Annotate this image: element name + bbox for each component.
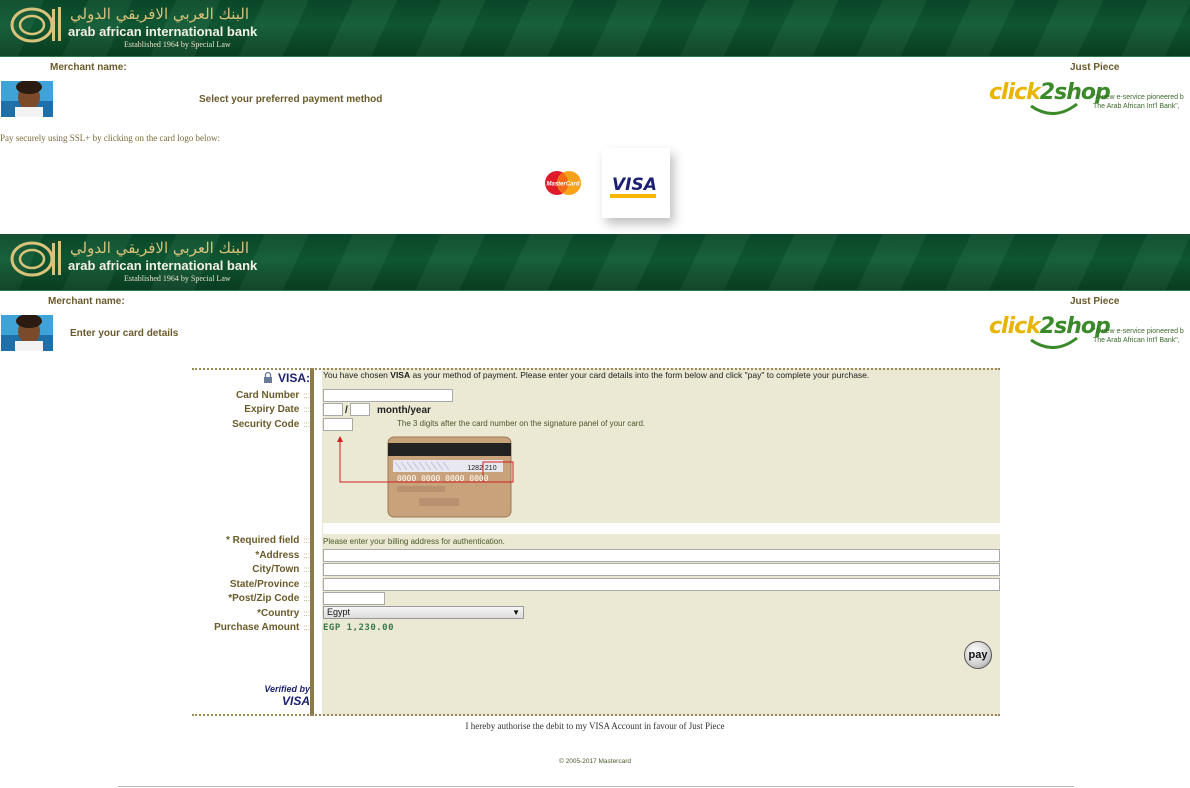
click2shop-logo: click2shop "A new e-service pioneered b … [989,80,1190,120]
country-label: *Country::: [257,608,310,619]
customer-avatar-icon [1,81,53,117]
bank-emblem-icon [10,7,61,43]
bank-name-arabic: البنك العربي الافريقي الدولي [70,5,250,23]
card-details-heading: Enter your card details [70,328,179,339]
bottom-divider [118,786,1074,787]
mastercard-logo-button[interactable]: MasterCard [543,170,583,196]
verified-by-text: Verified by [264,684,310,694]
pay-button[interactable]: pay [964,641,992,669]
click2shop-logo-2: click2shop "A new e-service pioneered b … [989,314,1190,354]
bank-established: Established 1964 by Special Law [124,274,231,283]
form-divider [310,368,314,716]
payment-intro-text: You have chosen VISA as your method of p… [323,370,870,380]
click2shop-tagline: "A new e-service pioneered b The Arab Af… [1093,94,1184,110]
merchant-label-2: Merchant name: [48,296,125,307]
billing-note: Please enter your billing address for au… [323,537,505,546]
expiry-slash: / [345,405,348,416]
address-input[interactable] [323,549,1000,562]
merchant-label: Merchant name: [50,62,127,73]
state-label: State/Province::: [229,579,310,590]
country-selected-value: Egypt [327,607,351,617]
bank-name-arabic: البنك العربي الافريقي الدولي [70,239,250,257]
expiry-month-input[interactable] [323,403,343,416]
mastercard-label: MasterCard [546,182,579,188]
authorisation-statement: I hereby authorise the debit to my VISA … [465,721,725,731]
select-method-heading: Select your preferred payment method [199,94,383,105]
city-label: City/Town::: [252,564,310,575]
required-field-label: * Required field::: [225,535,310,546]
lock-icon [263,372,272,383]
bottom-dotted-border [192,714,1000,716]
bank-emblem-icon [10,241,61,277]
ssl-instruction: Pay securely using SSL+ by clicking on t… [0,133,221,143]
merchant-value-2: Just Piece [1070,296,1120,307]
customer-avatar-icon [1,315,53,351]
sample-card-number: 1282 210 [467,465,496,472]
security-code-input[interactable] [323,418,353,431]
card-number-label: Card Number::: [235,390,310,401]
visa-logo-button[interactable]: VISA [602,148,670,218]
postcode-input[interactable] [323,592,385,605]
bank-logo-2: البنك العربي الافريقي الدولي arab africa… [8,237,257,285]
copyright-text: © 2005-2017 Mastercard [559,758,631,765]
verified-visa-text: VISA [281,694,310,708]
bank-name-english: arab african international bank [68,24,258,39]
expiry-year-input[interactable] [350,403,370,416]
expiry-date-label: Expiry Date::: [244,404,310,415]
card-number-input[interactable] [323,389,453,402]
expiry-hint: month/year [377,405,431,416]
security-code-note: The 3 digits after the card number on th… [397,419,646,428]
country-select[interactable]: Egypt ▼ [323,606,524,619]
visa-gold-bar [610,194,656,198]
swoosh-icon [1030,336,1078,349]
state-input[interactable] [323,578,1000,591]
bank-header-banner-2: البنك العربي الافريقي الدولي arab africa… [0,234,1190,291]
verified-by-visa-logo: Verified by VISA [258,684,310,708]
purchase-amount-value: EGP 1,230.00 [323,623,395,633]
card-back-illustration: 1282 210 0000 0000 0000 0000 [337,436,514,518]
address-label: *Address::: [255,550,310,561]
security-code-label: Security Code::: [232,419,310,430]
card-brand-label: VISA: [263,371,310,385]
bank-established: Established 1964 by Special Law [124,40,231,49]
bank-header-banner: البنك العربي الافريقي الدولي arab africa… [0,0,1190,57]
click2shop-tagline: "A new e-service pioneered b The Arab Af… [1093,328,1184,344]
visa-label: VISA [612,175,657,195]
swoosh-icon [1030,102,1078,115]
form-section-separator [323,523,1000,534]
bank-name-english: arab african international bank [68,258,258,273]
city-input[interactable] [323,563,1000,576]
postcode-label: *Post/Zip Code::: [228,593,310,604]
bank-logo: البنك العربي الافريقي الدولي arab africa… [8,3,257,51]
merchant-value: Just Piece [1070,62,1120,73]
purchase-amount-label: Purchase Amount::: [214,622,310,633]
dropdown-arrow-icon: ▼ [512,608,520,617]
